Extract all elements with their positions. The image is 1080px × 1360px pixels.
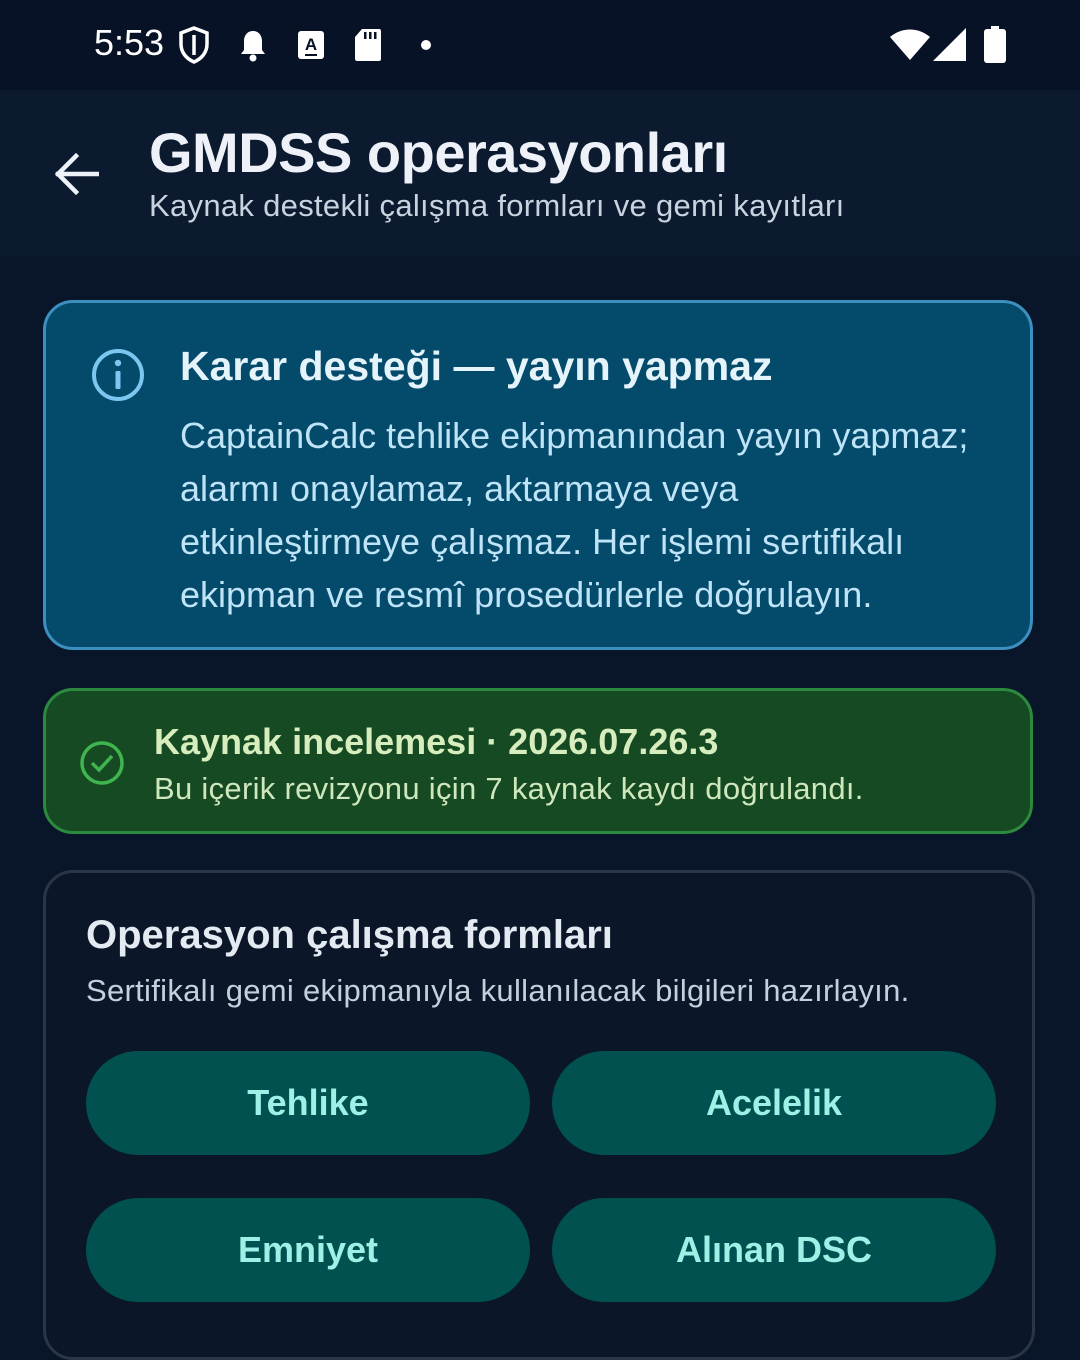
cell-signal-icon [933,28,967,66]
status-bar: 5:53 A [0,0,1080,90]
battery-icon [984,26,1006,68]
decision-support-card: Karar desteği — yayın yapmaz CaptainCalc… [43,300,1033,650]
received-dsc-button[interactable]: Alınan DSC [552,1198,996,1302]
page-subtitle: Kaynak destekli çalışma formları ve gemi… [149,188,845,223]
urgency-button[interactable]: Acelelik [552,1051,996,1155]
app-bar: GMDSS operasyonları Kaynak destekli çalı… [0,90,1080,256]
status-time: 5:53 [94,22,165,63]
info-icon [90,347,146,408]
shield-icon [178,26,210,69]
notification-bell-icon [238,28,268,67]
page-title: GMDSS operasyonları [149,121,728,184]
keyboard-a-icon: A [297,30,325,65]
back-button[interactable] [46,146,106,206]
decision-support-title: Karar desteği — yayın yapmaz [180,343,773,389]
wifi-icon [890,29,930,66]
check-circle-icon [78,739,126,792]
sd-card-icon [354,28,382,67]
forms-title: Operasyon çalışma formları [86,913,613,957]
svg-text:A: A [305,35,317,54]
body-line: etkinleştirmeye çalışmaz. Her işlemi ser… [180,521,905,562]
body-line: CaptainCalc tehlike ekipmanından yayın y… [180,415,969,456]
source-review-title: Kaynak incelemesi · 2026.07.26.3 [154,721,719,762]
distress-button[interactable]: Tehlike [86,1051,530,1155]
source-review-card: Kaynak incelemesi · 2026.07.26.3 Bu içer… [43,688,1033,834]
arrow-back-icon [53,152,100,200]
body-line: alarmı onaylamaz, aktarmaya veya [180,468,739,509]
forms-subtitle: Sertifikalı gemi ekipmanıyla kullanılaca… [86,973,910,1008]
safety-button[interactable]: Emniyet [86,1198,530,1302]
decision-support-body: CaptainCalc tehlike ekipmanından yayın y… [180,409,1010,621]
body-line: ekipman ve resmî prosedürlerle doğrulayı… [180,574,873,615]
dot-icon [420,38,432,56]
source-review-body: Bu içerik revizyonu için 7 kaynak kaydı … [154,771,864,806]
operation-forms-card: Operasyon çalışma formları Sertifikalı g… [43,870,1035,1360]
